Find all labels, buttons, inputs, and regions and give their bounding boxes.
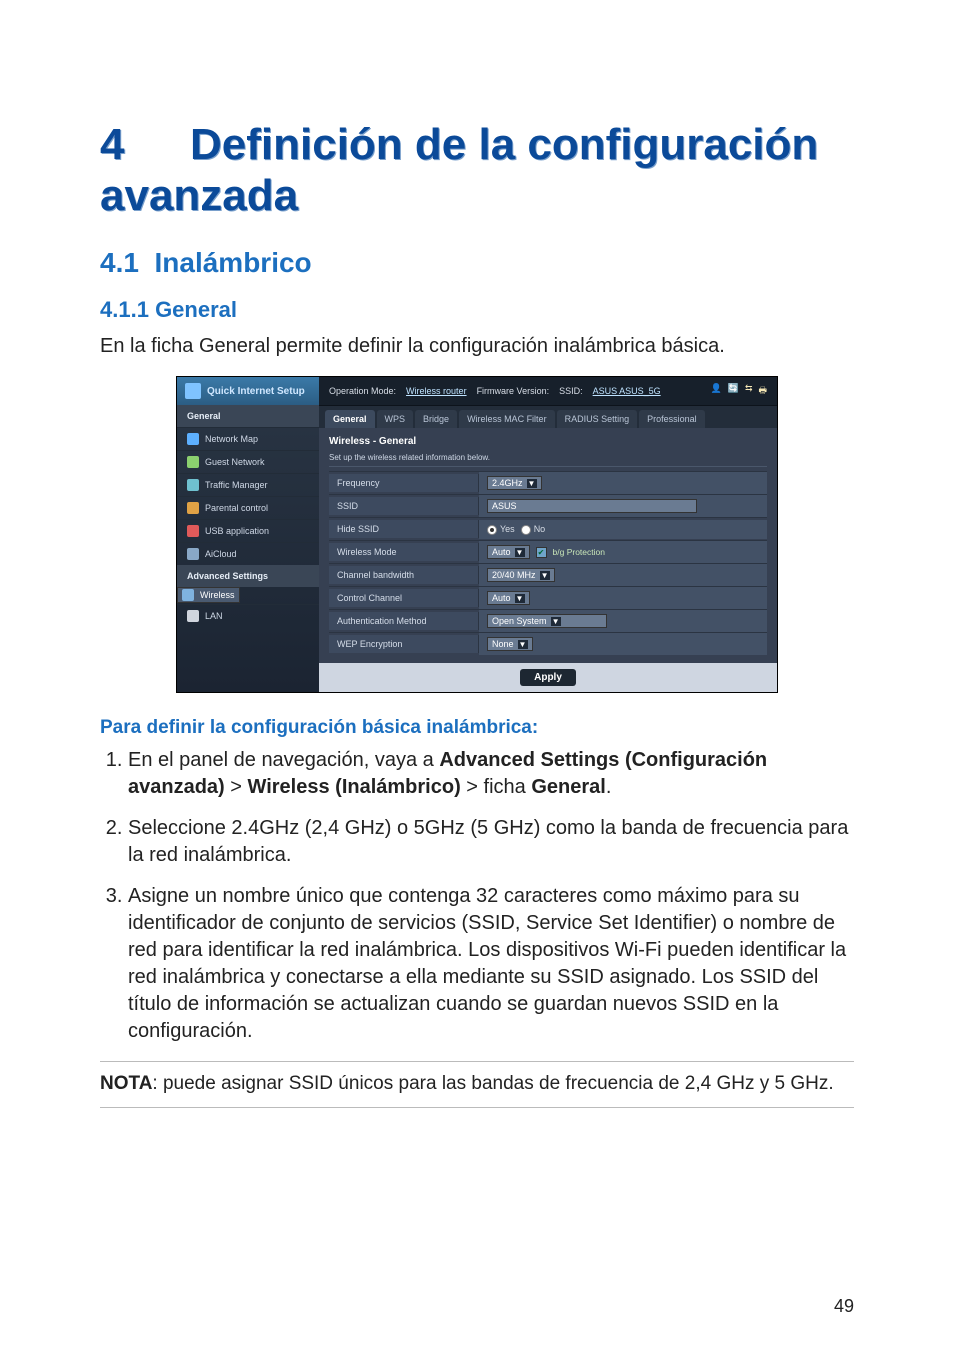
main-panel: Operation Mode: Wireless router Firmware… (319, 377, 777, 692)
tabs: GeneralWPSBridgeWireless MAC FilterRADIU… (319, 406, 777, 428)
steps-heading: Para definir la configuración básica ina… (100, 717, 854, 739)
tab[interactable]: General (325, 410, 375, 428)
topbar-icon[interactable]: 👤 (711, 383, 722, 399)
sidebar-item-label: Wireless (200, 590, 235, 600)
sidebar-item-label: Traffic Manager (205, 480, 268, 490)
sidebar-icon (187, 610, 199, 622)
qis-label: Quick Internet Setup (207, 386, 305, 397)
sidebar-icon (187, 548, 199, 560)
chevron-down-icon: ▼ (527, 479, 537, 488)
sidebar-item[interactable]: Parental control (177, 496, 319, 519)
frequency-label: Frequency (329, 474, 479, 492)
sidebar-icon (187, 525, 199, 537)
hide-ssid-no[interactable]: No (521, 524, 546, 535)
note-text: : puede asignar SSID únicos para las ban… (152, 1073, 833, 1094)
auth-method-label: Authentication Method (329, 612, 479, 630)
panel-subtitle: Set up the wireless related information … (329, 453, 767, 467)
note-block: NOTA: puede asignar SSID únicos para las… (100, 1061, 854, 1108)
apply-row: Apply (319, 663, 777, 692)
sidebar-group-general: General (177, 405, 319, 427)
topbar-icon[interactable]: ⇆ (745, 383, 753, 399)
wireless-mode-select[interactable]: Auto▼ (487, 545, 530, 559)
op-mode-label: Operation Mode: (329, 386, 396, 396)
subsection-title: General (155, 297, 237, 322)
page-number: 49 (834, 1296, 854, 1317)
sidebar-item[interactable]: LAN (177, 604, 319, 627)
fw-label: Firmware Version: (477, 386, 550, 396)
chapter-heading: 4Definición de la configuración avanzada (100, 120, 854, 221)
hide-ssid-yes[interactable]: Yes (487, 524, 515, 535)
sidebar-icon (187, 479, 199, 491)
sidebar-item-label: USB application (205, 526, 269, 536)
router-admin-screenshot: Quick Internet Setup General Network Map… (176, 376, 778, 693)
chevron-down-icon: ▼ (518, 640, 528, 649)
op-mode-value[interactable]: Wireless router (406, 386, 467, 396)
sidebar-item-label: AiCloud (205, 549, 237, 559)
step-1: En el panel de navegación, vaya a Advanc… (128, 747, 854, 801)
ssid-label: SSID: (559, 386, 583, 396)
auth-method-select[interactable]: Open System▼ (487, 614, 607, 628)
control-channel-label: Control Channel (329, 589, 479, 607)
channel-bandwidth-label: Channel bandwidth (329, 566, 479, 584)
control-channel-select[interactable]: Auto▼ (487, 591, 530, 605)
wireless-mode-label: Wireless Mode (329, 543, 479, 561)
step-3: Asigne un nombre único que contenga 32 c… (128, 883, 854, 1045)
sidebar-qis[interactable]: Quick Internet Setup (177, 377, 319, 405)
steps-list: En el panel de navegación, vaya a Advanc… (100, 747, 854, 1045)
channel-bandwidth-select[interactable]: 20/40 MHz▼ (487, 568, 555, 582)
wep-encryption-label: WEP Encryption (329, 635, 479, 653)
chevron-down-icon: ▼ (540, 571, 550, 580)
sidebar-item-label: LAN (205, 611, 223, 621)
section-heading: 4.1 Inalámbrico (100, 247, 854, 279)
ssid-input[interactable]: ASUS (487, 499, 697, 513)
tab[interactable]: Wireless MAC Filter (459, 410, 555, 428)
apply-button[interactable]: Apply (520, 669, 576, 686)
sidebar-item[interactable]: Traffic Manager (177, 473, 319, 496)
sidebar-group-advanced: Advanced Settings (177, 565, 319, 587)
topbar: Operation Mode: Wireless router Firmware… (319, 377, 777, 406)
sidebar-icon (187, 433, 199, 445)
bg-protection-checkbox[interactable]: ✔ (536, 547, 547, 558)
chapter-title: Definición de la configuración avanzada (100, 120, 818, 220)
sidebar-item[interactable]: Guest Network (177, 450, 319, 473)
sidebar-item-label: Parental control (205, 503, 268, 513)
sidebar-icon (187, 456, 199, 468)
tab[interactable]: Professional (639, 410, 705, 428)
wand-icon (185, 383, 201, 399)
tab[interactable]: RADIUS Setting (557, 410, 638, 428)
topbar-icon[interactable]: 🔄 (728, 383, 739, 399)
sidebar-icon (187, 502, 199, 514)
wireless-general-panel: Wireless - General Set up the wireless r… (319, 428, 777, 663)
sidebar-item[interactable]: USB application (177, 519, 319, 542)
tab[interactable]: Bridge (415, 410, 457, 428)
sidebar-item[interactable]: Network Map (177, 427, 319, 450)
sidebar-icon (182, 589, 194, 601)
frequency-select[interactable]: 2.4GHz▼ (487, 476, 542, 490)
subsection-number: 4.1.1 (100, 297, 149, 322)
tab[interactable]: WPS (377, 410, 414, 428)
section-title: Inalámbrico (155, 247, 312, 278)
sidebar: Quick Internet Setup General Network Map… (177, 377, 319, 692)
step-2: Seleccione 2.4GHz (2,4 GHz) o 5GHz (5 GH… (128, 815, 854, 869)
topbar-icon[interactable]: 🖶 (759, 383, 768, 399)
hide-ssid-label: Hide SSID (329, 520, 479, 538)
wep-encryption-select[interactable]: None▼ (487, 637, 533, 651)
ssid-value[interactable]: ASUS ASUS_5G (593, 386, 661, 396)
chevron-down-icon: ▼ (515, 594, 525, 603)
chapter-number: 4 (100, 120, 190, 171)
intro-text: En la ficha General permite definir la c… (100, 333, 854, 360)
panel-title: Wireless - General (329, 436, 767, 447)
sidebar-item-label: Network Map (205, 434, 258, 444)
sidebar-item[interactable]: AiCloud (177, 542, 319, 565)
subsection-heading: 4.1.1 General (100, 297, 854, 323)
sidebar-item[interactable]: Wireless (177, 587, 240, 603)
ssid-field-label: SSID (329, 497, 479, 515)
chevron-down-icon: ▼ (515, 548, 525, 557)
sidebar-item-label: Guest Network (205, 457, 265, 467)
note-label: NOTA (100, 1073, 152, 1094)
bg-protection-label: b/g Protection (553, 547, 605, 557)
chevron-down-icon: ▼ (551, 617, 561, 626)
section-number: 4.1 (100, 247, 139, 278)
